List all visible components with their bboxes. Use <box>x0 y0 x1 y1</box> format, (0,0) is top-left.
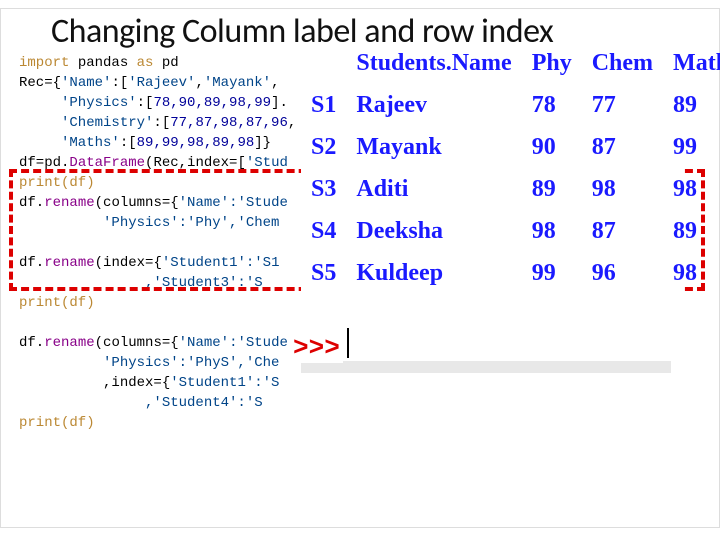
code-text: pandas <box>78 55 137 71</box>
code-text: 'Mayank' <box>204 75 271 91</box>
code-text: ]. <box>271 95 288 111</box>
cell: Deeksha <box>346 215 521 257</box>
code-text: (columns={ <box>95 195 179 211</box>
code-text: ]} <box>254 135 271 151</box>
cell: 98 <box>582 173 663 215</box>
cursor-icon <box>347 328 349 358</box>
code-text: print(df) <box>19 415 95 431</box>
code-text: 'Chemistry' <box>19 115 153 131</box>
code-text: :[ <box>137 95 154 111</box>
row-idx: S5 <box>301 257 346 299</box>
table-row: S1 Rajeev 78 77 89 <box>301 89 720 131</box>
cell: 89 <box>522 173 582 215</box>
cell: Kuldeep <box>346 257 521 299</box>
code-text: 'Student1':'S <box>170 375 279 391</box>
code-text: 'Rajeev' <box>128 75 195 91</box>
code-text: :[ <box>111 75 128 91</box>
cell: 98 <box>663 257 720 299</box>
table-row: S2 Mayank 90 87 99 <box>301 131 720 173</box>
cell: 89 <box>663 215 720 257</box>
row-idx: S3 <box>301 173 346 215</box>
code-text: DataFrame <box>69 155 145 171</box>
code-text: 'Stud <box>246 155 288 171</box>
code-text: import <box>19 55 78 71</box>
code-text: print(df) <box>19 175 95 191</box>
code-text: 'Physics':'PhyS','Che <box>19 355 279 371</box>
code-text: 89,99,98,89,98 <box>137 135 255 151</box>
code-text: (columns={ <box>95 335 179 351</box>
code-text: (Rec,index=[ <box>145 155 246 171</box>
code-text: df=pd. <box>19 155 69 171</box>
col-name: Students.Name <box>346 47 521 89</box>
cell: 98 <box>663 173 720 215</box>
cell: 96 <box>582 257 663 299</box>
cell: 89 <box>663 89 720 131</box>
code-text: ,index={ <box>19 375 170 391</box>
cell: 78 <box>522 89 582 131</box>
cell: Rajeev <box>346 89 521 131</box>
table-row: S3 Aditi 89 98 98 <box>301 173 720 215</box>
code-text: , <box>271 75 279 91</box>
page-title: Changing Column label and row index <box>51 11 553 52</box>
code-text: pd <box>162 55 179 71</box>
code-text: Rec={ <box>19 75 61 91</box>
col-chem: Chem <box>582 47 663 89</box>
row-idx: S2 <box>301 131 346 173</box>
code-text: 'Name':'Stude <box>179 335 288 351</box>
code-text: df. <box>19 255 44 271</box>
code-text: 'Physics' <box>19 95 137 111</box>
cell: 87 <box>582 131 663 173</box>
cell: 77 <box>582 89 663 131</box>
slide: Changing Column label and row index impo… <box>0 8 720 528</box>
dataframe-table: Students.Name Phy Chem Math S1 Rajeev 78… <box>301 47 720 299</box>
cell: 99 <box>663 131 720 173</box>
row-idx: S1 <box>301 89 346 131</box>
scrollbar-track <box>301 361 671 373</box>
code-text: :[ <box>120 135 137 151</box>
table-row: S4 Deeksha 98 87 89 <box>301 215 720 257</box>
code-text: as <box>137 55 162 71</box>
cell: Mayank <box>346 131 521 173</box>
code-text: 'Maths' <box>19 135 120 151</box>
code-text: 'Physics':'Phy','Chem <box>19 215 279 231</box>
code-text: 78,90,89,98,99 <box>153 95 271 111</box>
code-block: import pandas as pd Rec={'Name':['Rajeev… <box>19 53 296 433</box>
code-text: rename <box>44 195 94 211</box>
python-prompt: >>> <box>293 333 343 363</box>
code-text: 'Name' <box>61 75 111 91</box>
code-text: df. <box>19 195 44 211</box>
col-math: Math <box>663 47 720 89</box>
cell: 99 <box>522 257 582 299</box>
code-text: , <box>195 75 203 91</box>
code-text: (index={ <box>95 255 162 271</box>
code-text: rename <box>44 255 94 271</box>
cell: Aditi <box>346 173 521 215</box>
code-text: :[ <box>153 115 170 131</box>
code-text: ,'Student3':'S <box>19 275 263 291</box>
row-idx: S4 <box>301 215 346 257</box>
output-table: Students.Name Phy Chem Math S1 Rajeev 78… <box>301 47 681 299</box>
col-blank <box>301 47 346 89</box>
cell: 98 <box>522 215 582 257</box>
code-text: , <box>288 115 296 131</box>
cell: 87 <box>582 215 663 257</box>
code-text: rename <box>44 335 94 351</box>
code-text: 'Student1':'S1 <box>162 255 280 271</box>
code-text: df. <box>19 335 44 351</box>
code-text: print(df) <box>19 295 95 311</box>
code-text: ,'Student4':'S <box>19 395 263 411</box>
table-header: Students.Name Phy Chem Math <box>301 47 720 89</box>
table-row: S5 Kuldeep 99 96 98 <box>301 257 720 299</box>
cell: 90 <box>522 131 582 173</box>
col-phy: Phy <box>522 47 582 89</box>
code-text: 'Name':'Stude <box>179 195 288 211</box>
code-text: 77,87,98,87,96 <box>170 115 288 131</box>
